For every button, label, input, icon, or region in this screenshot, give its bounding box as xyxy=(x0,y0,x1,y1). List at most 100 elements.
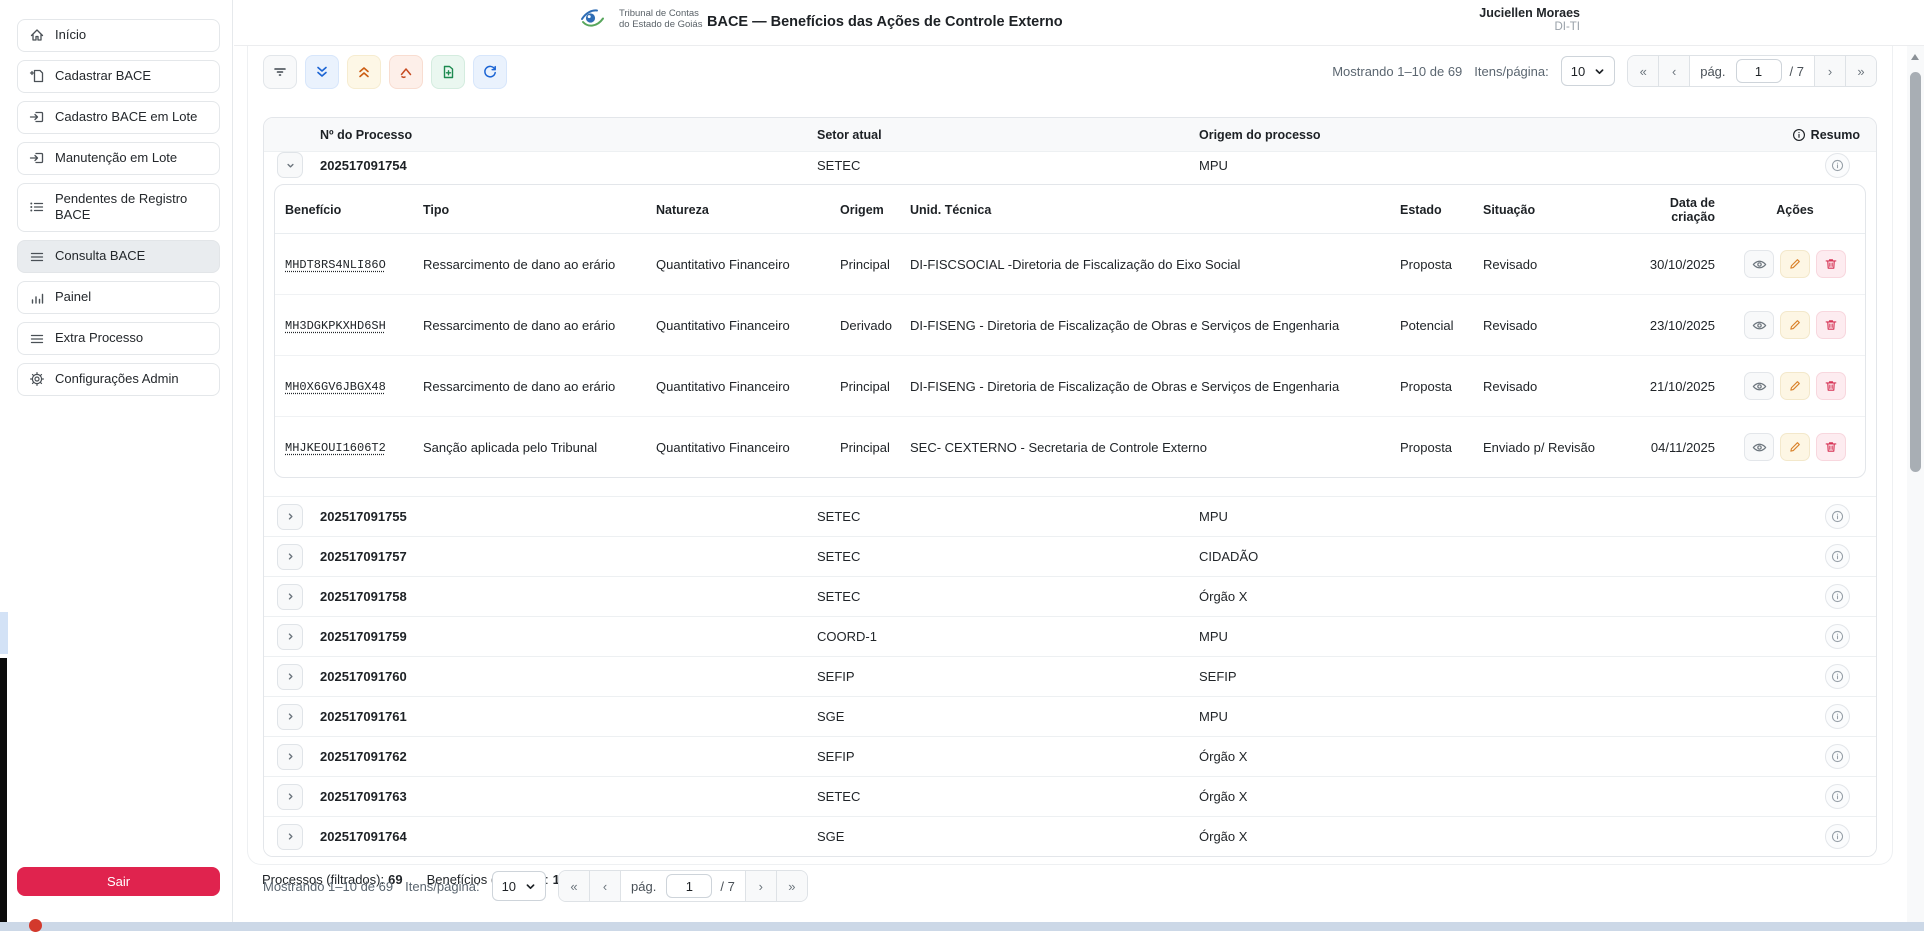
resumo-info-button[interactable] xyxy=(1825,824,1850,849)
process-origem: CIDADÃO xyxy=(1199,549,1756,564)
benefit-data: 23/10/2025 xyxy=(1620,295,1725,356)
process-origem: MPU xyxy=(1199,509,1756,524)
chevron-right-icon xyxy=(285,831,296,842)
page-total: / 7 xyxy=(720,879,744,894)
benefit-data: 04/11/2025 xyxy=(1620,417,1725,478)
resumo-info-button[interactable] xyxy=(1825,664,1850,689)
benefits-panel: Benefício Tipo Natureza Origem Unid. Téc… xyxy=(264,178,1876,496)
sidebar-item-painel[interactable]: Painel xyxy=(17,281,220,314)
sidebar-item-cadastro-bace-em-lote[interactable]: Cadastro BACE em Lote xyxy=(17,101,220,134)
benefit-situacao: Revisado xyxy=(1473,356,1620,417)
expand-row-button[interactable] xyxy=(277,624,303,650)
resumo-info-button[interactable] xyxy=(1825,504,1850,529)
info-icon xyxy=(1831,159,1844,172)
user-name: Juciellen Moraes xyxy=(1479,6,1580,20)
vertical-scrollbar xyxy=(1907,46,1924,922)
benefit-row: MHJKEOUI1606T2 Sanção aplicada pelo Trib… xyxy=(275,417,1865,478)
trash-button[interactable] xyxy=(1816,433,1846,461)
view-button[interactable] xyxy=(1744,433,1774,461)
scrollbar-up-arrow[interactable] xyxy=(1911,54,1919,60)
last-page-button[interactable]: » xyxy=(1845,56,1876,86)
page-input[interactable] xyxy=(1736,59,1782,83)
prev-page-button[interactable]: ‹ xyxy=(1659,56,1690,86)
first-page-button[interactable]: « xyxy=(1628,56,1659,86)
expand-all-button[interactable] xyxy=(305,55,339,89)
process-number: 202517091763 xyxy=(320,789,817,804)
table-row: 202517091754 SETEC MPU Benefíc xyxy=(264,151,1876,496)
col-origem: Origem do processo xyxy=(1199,128,1756,142)
resumo-info-button[interactable] xyxy=(1825,784,1850,809)
next-page-button[interactable]: › xyxy=(1814,56,1845,86)
refresh-button[interactable] xyxy=(473,55,507,89)
pencil-icon xyxy=(1788,318,1802,332)
expand-row-button[interactable] xyxy=(277,824,303,850)
trash-button[interactable] xyxy=(1816,250,1846,278)
resumo-info-button[interactable] xyxy=(1825,544,1850,569)
sidebar-item-cadastrar-bace[interactable]: Cadastrar BACE xyxy=(17,60,220,93)
benefit-estado: Proposta xyxy=(1390,234,1473,295)
top-pagination: Mostrando 1–10 de 69 Itens/página: 10 « … xyxy=(1332,55,1877,87)
eye-icon xyxy=(1752,379,1767,394)
sidebar-item-pendentes-de-registro-bace[interactable]: Pendentes de Registro BACE xyxy=(17,183,220,233)
expand-row-button[interactable] xyxy=(277,584,303,610)
info-icon xyxy=(1831,670,1844,683)
edit-button[interactable] xyxy=(1780,311,1810,339)
sidebar-item-label: Pendentes de Registro BACE xyxy=(55,191,208,225)
items-per-page-select[interactable]: 10 xyxy=(492,871,546,901)
brand-line2: do Estado de Goiás xyxy=(619,19,702,30)
expand-row-button[interactable] xyxy=(277,504,303,530)
filter-button[interactable] xyxy=(263,55,297,89)
resumo-info-button[interactable] xyxy=(1825,584,1850,609)
process-origem: Órgão X xyxy=(1199,829,1756,844)
resumo-info-button[interactable] xyxy=(1825,153,1850,178)
table-row: 202517091759 COORD-1 MPU xyxy=(264,616,1876,656)
expand-row-button[interactable] xyxy=(277,664,303,690)
benefit-origem: Principal xyxy=(830,234,900,295)
scroll-to-top-button[interactable] xyxy=(389,55,423,89)
collapse-row-button[interactable] xyxy=(277,152,303,178)
collapse-all-button[interactable] xyxy=(347,55,381,89)
sidebar-item-inicio[interactable]: Início xyxy=(17,19,220,52)
page-input[interactable] xyxy=(666,874,712,898)
edit-button[interactable] xyxy=(1780,433,1810,461)
process-setor: SGE xyxy=(817,709,1199,724)
pencil-icon xyxy=(1788,379,1802,393)
benefit-code-link[interactable]: MHJKEOUI1606T2 xyxy=(285,441,386,455)
expand-row-button[interactable] xyxy=(277,544,303,570)
expand-row-button[interactable] xyxy=(277,744,303,770)
benefit-code-link[interactable]: MHDT8RS4NLI86O xyxy=(285,258,386,272)
resumo-info-button[interactable] xyxy=(1825,624,1850,649)
edit-button[interactable] xyxy=(1780,372,1810,400)
process-number: 202517091758 xyxy=(320,589,817,604)
view-button[interactable] xyxy=(1744,250,1774,278)
benefit-row: MH0X6GV6JBGX48 Ressarcimento de dano ao … xyxy=(275,356,1865,417)
sidebar-item-extra-processo[interactable]: Extra Processo xyxy=(17,322,220,355)
resumo-info-button[interactable] xyxy=(1825,744,1850,769)
last-page-button[interactable]: » xyxy=(776,871,807,901)
sidebar-item-manutencao-em-lote[interactable]: Manutenção em Lote xyxy=(17,142,220,175)
sidebar-item-consulta-bace[interactable]: Consulta BACE xyxy=(17,240,220,273)
benefit-origem: Principal xyxy=(830,356,900,417)
logout-button[interactable]: Sair xyxy=(17,867,220,896)
info-icon xyxy=(1831,790,1844,803)
edit-button[interactable] xyxy=(1780,250,1810,278)
export-file-button[interactable] xyxy=(431,55,465,89)
benefit-code-link[interactable]: MH3DGKPKXHD6SH xyxy=(285,319,386,333)
trash-button[interactable] xyxy=(1816,311,1846,339)
view-button[interactable] xyxy=(1744,311,1774,339)
next-page-button[interactable]: › xyxy=(745,871,776,901)
expand-row-button[interactable] xyxy=(277,784,303,810)
expand-row-button[interactable] xyxy=(277,704,303,730)
chevron-right-icon xyxy=(285,551,296,562)
view-button[interactable] xyxy=(1744,372,1774,400)
first-page-button[interactable]: « xyxy=(559,871,590,901)
chevron-right-icon xyxy=(285,591,296,602)
prev-page-button[interactable]: ‹ xyxy=(590,871,621,901)
scrollbar-thumb[interactable] xyxy=(1910,72,1921,472)
trash-button[interactable] xyxy=(1816,372,1846,400)
brand: Tribunal de Contas do Estado de Goiás xyxy=(579,7,702,31)
benefit-code-link[interactable]: MH0X6GV6JBGX48 xyxy=(285,380,386,394)
resumo-info-button[interactable] xyxy=(1825,704,1850,729)
items-per-page-select[interactable]: 10 xyxy=(1561,56,1615,86)
sidebar-item-configuracoes-admin[interactable]: Configurações Admin xyxy=(17,363,220,396)
